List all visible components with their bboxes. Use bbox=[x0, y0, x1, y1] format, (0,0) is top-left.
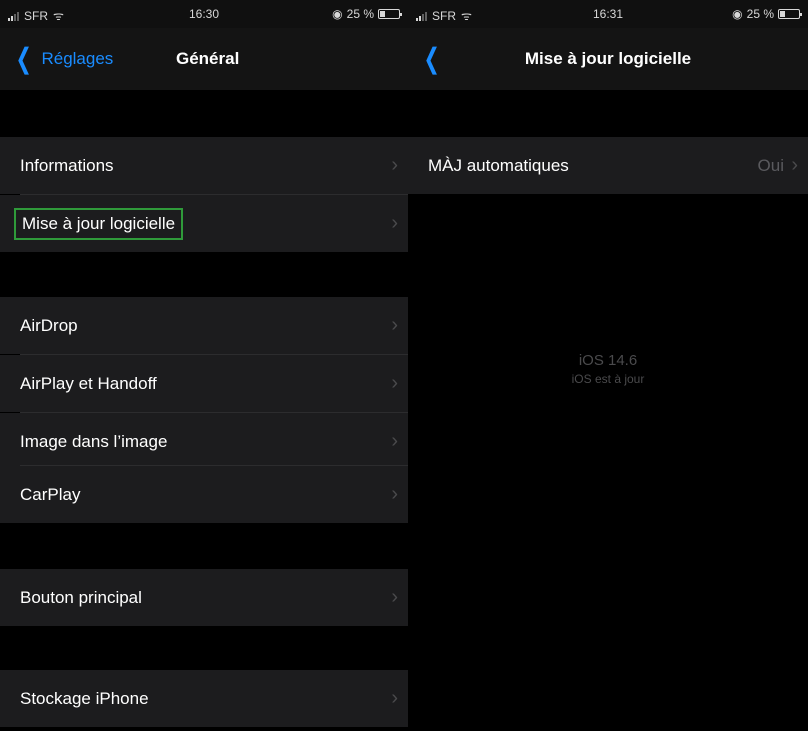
settings-row-iphone-storage[interactable]: Stockage iPhone › bbox=[0, 670, 408, 727]
chevron-right-icon: › bbox=[791, 154, 798, 176]
row-label-highlighted: Mise à jour logicielle bbox=[13, 207, 184, 240]
settings-row-picture-in-picture[interactable]: Image dans l’image › bbox=[0, 413, 408, 470]
general-settings-screen: SFR ᯤ 16:30 ◉ 25 % ❮ Réglages Général In… bbox=[0, 0, 408, 731]
battery-icon bbox=[778, 9, 802, 19]
navigation-bar: ❮ Réglages Général bbox=[0, 28, 408, 90]
ios-version: iOS 14.6 bbox=[578, 352, 638, 369]
battery-percent: 25 % bbox=[746, 7, 774, 21]
row-value: Oui bbox=[757, 155, 784, 175]
settings-row-software-update[interactable]: Mise à jour logicielle › bbox=[0, 195, 408, 252]
update-status: iOS 14.6 iOS est à jour bbox=[408, 352, 808, 386]
settings-row-home-button[interactable]: Bouton principal › bbox=[0, 569, 408, 626]
row-label: AirDrop bbox=[20, 315, 78, 335]
orientation-lock-icon: ◉ bbox=[732, 7, 743, 21]
status-bar: SFR ᯤ 16:31 ◉ 25 % bbox=[408, 0, 808, 28]
row-label: MÀJ automatiques bbox=[428, 155, 569, 175]
software-update-screen: SFR ᯤ 16:31 ◉ 25 % ❮ Mise à jour logicie… bbox=[408, 0, 808, 731]
row-label: Image dans l’image bbox=[20, 431, 168, 451]
row-label: CarPlay bbox=[20, 484, 81, 504]
battery-area: ◉ 25 % bbox=[332, 7, 402, 21]
update-message: iOS est à jour bbox=[571, 372, 645, 386]
chevron-right-icon: › bbox=[391, 586, 398, 608]
chevron-right-icon: › bbox=[391, 430, 398, 452]
row-label: Bouton principal bbox=[20, 587, 142, 607]
settings-row-airplay-handoff[interactable]: AirPlay et Handoff › bbox=[0, 355, 408, 412]
chevron-right-icon: › bbox=[391, 154, 398, 176]
page-title: Général bbox=[176, 49, 240, 68]
settings-row-airdrop[interactable]: AirDrop › bbox=[0, 297, 408, 354]
settings-row-auto-updates[interactable]: MÀJ automatiques Oui › bbox=[408, 137, 808, 194]
chevron-right-icon: › bbox=[391, 687, 398, 709]
chevron-right-icon: › bbox=[391, 483, 398, 505]
chevron-right-icon: › bbox=[391, 212, 398, 234]
chevron-right-icon: › bbox=[391, 314, 398, 336]
orientation-lock-icon: ◉ bbox=[332, 7, 343, 21]
settings-row-carplay[interactable]: CarPlay › bbox=[0, 466, 408, 523]
row-label: Stockage iPhone bbox=[20, 688, 149, 708]
chevron-right-icon: › bbox=[391, 372, 398, 394]
battery-icon bbox=[378, 9, 402, 19]
row-label: Informations bbox=[20, 155, 114, 175]
row-label: AirPlay et Handoff bbox=[20, 373, 157, 393]
battery-area: ◉ 25 % bbox=[732, 7, 802, 21]
navigation-bar: ❮ Mise à jour logicielle bbox=[408, 28, 808, 90]
page-title: Mise à jour logicielle bbox=[524, 49, 692, 68]
battery-percent: 25 % bbox=[346, 7, 374, 21]
settings-row-informations[interactable]: Informations › bbox=[0, 137, 408, 194]
status-bar: SFR ᯤ 16:30 ◉ 25 % bbox=[0, 0, 408, 28]
